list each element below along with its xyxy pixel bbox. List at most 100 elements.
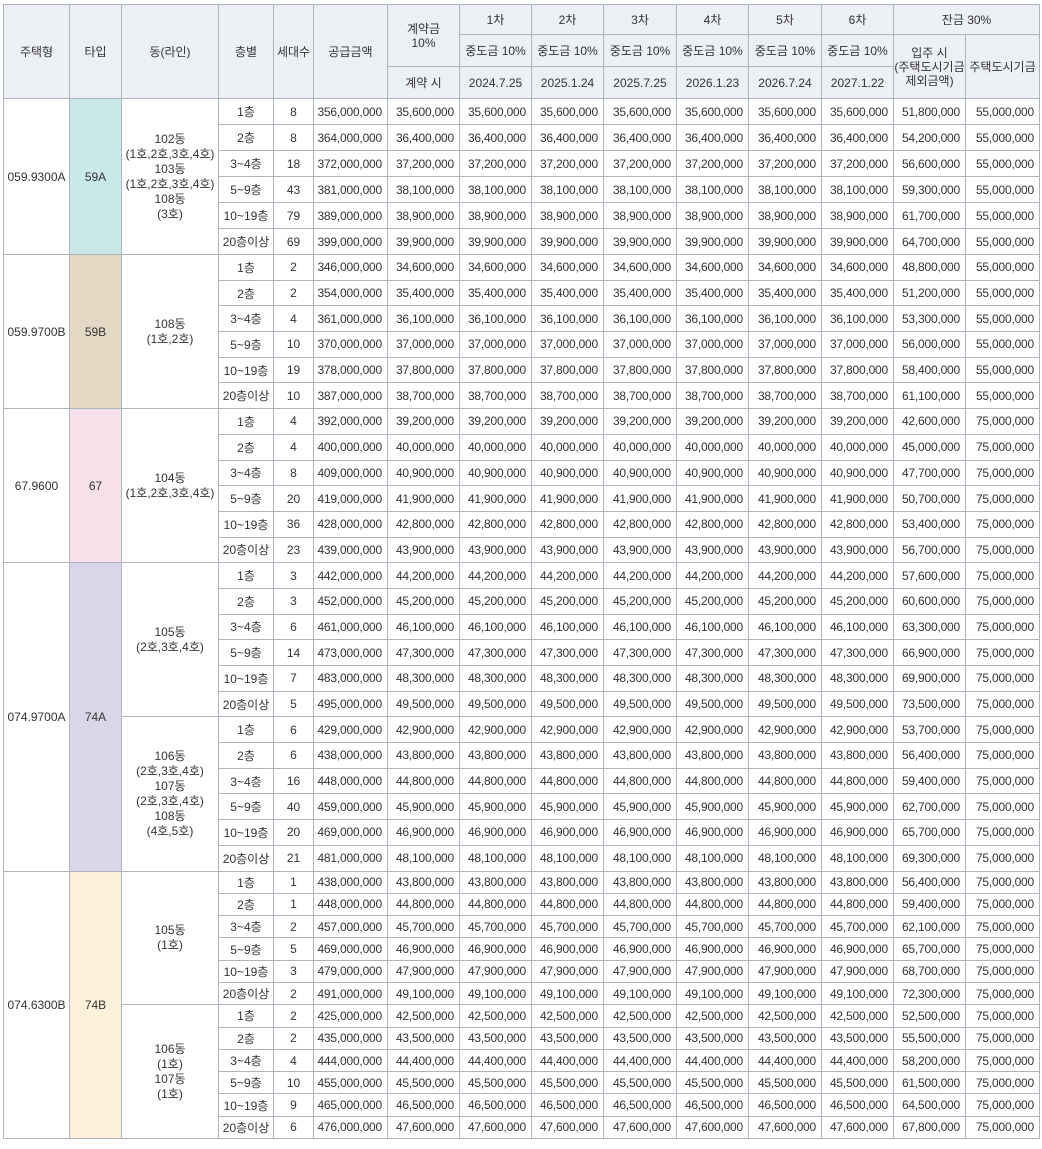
dong-line-text: 105동 — [154, 624, 186, 639]
mid-payment-cell: 43,900,000 — [603, 536, 677, 564]
mid-payment-cell: 48,100,000 — [821, 844, 894, 872]
movein-amount-cell: 69,300,000 — [893, 844, 966, 872]
mid-payment-cell: 46,900,000 — [748, 819, 822, 846]
mid-payment-cell: 44,200,000 — [531, 562, 604, 589]
units-cell: 18 — [273, 150, 314, 177]
floor-cell: 1층 — [218, 98, 274, 125]
contract-amount-cell: 41,900,000 — [387, 485, 460, 512]
mid-payment-cell: 36,100,000 — [459, 305, 532, 333]
mid-payment-cell: 48,100,000 — [531, 844, 604, 872]
mid-payment-cell: 42,500,000 — [676, 1004, 749, 1028]
header-round-1: 1차 — [459, 4, 532, 35]
mid-payment-cell: 47,600,000 — [676, 1115, 749, 1140]
contract-amount-cell: 43,500,000 — [387, 1026, 460, 1050]
floor-cell: 20층이상 — [218, 536, 274, 564]
contract-amount-cell: 43,800,000 — [387, 742, 460, 769]
mid-payment-cell: 43,500,000 — [821, 1026, 894, 1050]
header-dong-line: 동(라인) — [121, 4, 219, 99]
floor-cell: 3~4층 — [218, 1048, 274, 1073]
units-cell: 9 — [273, 1093, 314, 1117]
mid-payment-cell: 38,700,000 — [603, 382, 677, 410]
units-cell: 6 — [273, 1115, 314, 1140]
mid-payment-cell: 37,000,000 — [603, 331, 677, 358]
mid-payment-cell: 34,600,000 — [676, 254, 749, 281]
mid-payment-cell: 45,200,000 — [603, 587, 677, 615]
mid-payment-cell: 36,100,000 — [748, 305, 822, 333]
fund-amount-cell: 75,000,000 — [965, 1026, 1040, 1050]
mid-payment-cell: 36,100,000 — [821, 305, 894, 333]
contract-amount-cell: 48,300,000 — [387, 665, 460, 692]
housing-type-cell: 059.9700B — [3, 253, 70, 410]
contract-amount-cell: 47,600,000 — [387, 1115, 460, 1140]
mid-payment-cell: 45,900,000 — [531, 793, 604, 821]
mid-payment-cell: 45,700,000 — [531, 915, 604, 939]
table-row: 059.9300A 59A 102동 (1호,2호,3호,4호) 103동 (1호,2호,… — [3, 98, 1040, 255]
dong-line-text: (4호,5호) — [146, 823, 194, 838]
fund-amount-cell: 55,000,000 — [965, 305, 1040, 333]
header-supply-amount: 공급금액 — [313, 4, 388, 99]
mid-payment-cell: 38,700,000 — [459, 382, 532, 410]
supply-amount-cell: 452,000,000 — [313, 587, 388, 615]
mid-payment-cell: 37,000,000 — [821, 331, 894, 358]
fund-amount-cell: 75,000,000 — [965, 892, 1040, 917]
mid-payment-cell: 47,900,000 — [676, 959, 749, 983]
mid-payment-cell: 37,200,000 — [676, 150, 749, 177]
mid-payment-cell: 39,200,000 — [603, 408, 677, 435]
units-cell: 6 — [273, 613, 314, 641]
supply-amount-cell: 473,000,000 — [313, 639, 388, 666]
unit-type-cell: 67 — [69, 408, 122, 564]
mid-payment-cell: 35,600,000 — [603, 98, 677, 125]
units-cell: 3 — [273, 562, 314, 589]
movein-amount-cell: 59,400,000 — [893, 892, 966, 917]
dong-line-text: (3호) — [157, 206, 183, 221]
units-cell: 10 — [273, 1071, 314, 1095]
fund-amount-cell: 55,000,000 — [965, 279, 1040, 307]
contract-amount-cell: 39,900,000 — [387, 228, 460, 255]
units-cell: 6 — [273, 742, 314, 769]
header-balance: 잔금 30% — [893, 4, 1040, 35]
mid-payment-cell: 44,800,000 — [748, 892, 822, 917]
contract-amount-cell: 42,500,000 — [387, 1004, 460, 1028]
mid-payment-cell: 44,200,000 — [821, 562, 894, 589]
floor-cell: 2층 — [218, 1026, 274, 1050]
supply-amount-cell: 381,000,000 — [313, 176, 388, 203]
mid-payment-cell: 42,900,000 — [603, 716, 677, 744]
mid-payment-cell: 46,900,000 — [459, 937, 532, 961]
mid-payment-cell: 46,100,000 — [748, 613, 822, 641]
floor-cell: 10~19층 — [218, 356, 274, 384]
mid-payment-cell: 42,900,000 — [459, 716, 532, 744]
supply-amount-cell: 459,000,000 — [313, 793, 388, 821]
floor-cell: 1층 — [218, 562, 274, 589]
fund-amount-cell: 75,000,000 — [965, 844, 1040, 872]
mid-payment-cell: 45,200,000 — [676, 587, 749, 615]
mid-payment-cell: 47,300,000 — [821, 639, 894, 666]
movein-amount-cell: 45,000,000 — [893, 433, 966, 461]
mid-payment-cell: 38,100,000 — [531, 176, 604, 203]
units-cell: 5 — [273, 690, 314, 718]
mid-payment-cell: 47,600,000 — [748, 1115, 822, 1140]
supply-amount-cell: 387,000,000 — [313, 382, 388, 410]
mid-payment-cell: 48,300,000 — [459, 665, 532, 692]
movein-amount-cell: 56,400,000 — [893, 870, 966, 894]
movein-amount-cell: 66,900,000 — [893, 639, 966, 666]
mid-payment-cell: 48,300,000 — [676, 665, 749, 692]
mid-payment-cell: 45,200,000 — [748, 587, 822, 615]
dong-line-text: 108동 — [154, 316, 186, 331]
unit-type-cell: 74A — [69, 562, 122, 872]
supply-amount-cell: 442,000,000 — [313, 562, 388, 589]
supply-amount-cell: 356,000,000 — [313, 98, 388, 125]
mid-payment-cell: 36,100,000 — [603, 305, 677, 333]
mid-payment-cell: 38,100,000 — [603, 176, 677, 203]
fund-amount-cell: 55,000,000 — [965, 382, 1040, 410]
mid-payment-cell: 46,900,000 — [603, 819, 677, 846]
table-row: 059.9700B 59B 108동 (1호,2호) 1층 2 346,000,000 34,… — [3, 253, 1040, 410]
supply-amount-cell: 425,000,000 — [313, 1004, 388, 1028]
mid-payment-cell: 37,800,000 — [748, 356, 822, 384]
units-cell: 8 — [273, 124, 314, 151]
supply-amount-cell: 495,000,000 — [313, 690, 388, 718]
mid-payment-cell: 47,300,000 — [676, 639, 749, 666]
units-cell: 1 — [273, 892, 314, 917]
mid-payment-cell: 45,200,000 — [531, 587, 604, 615]
mid-payment-cell: 44,800,000 — [821, 767, 894, 795]
units-cell: 4 — [273, 433, 314, 461]
